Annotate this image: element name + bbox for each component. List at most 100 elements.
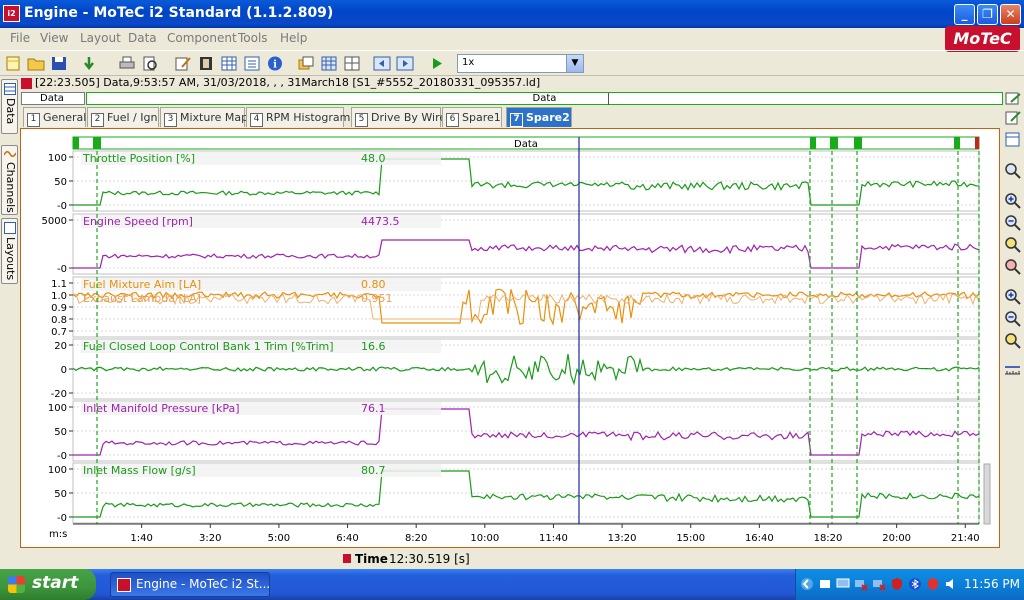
- tab-spare2[interactable]: 7 Spare2: [506, 107, 572, 127]
- zoom-out-x-icon[interactable]: [1004, 310, 1021, 327]
- data-range-bar[interactable]: Data: [86, 92, 1003, 105]
- menu-bar: File View Layout Data Component Tools He…: [0, 28, 1024, 50]
- edit-icon[interactable]: [174, 55, 192, 72]
- tab-number: 4: [250, 113, 263, 127]
- vertical-scrollbar[interactable]: [983, 463, 991, 525]
- tab-drive-by-wire[interactable]: 5 Drive By Wire: [351, 107, 446, 127]
- tab-fuel-ign[interactable]: 2 Fuel / Ign: [87, 107, 159, 127]
- bluetooth-icon[interactable]: [908, 577, 922, 591]
- zoom-in-icon[interactable]: [1004, 192, 1021, 209]
- zoom-all-icon[interactable]: [1004, 332, 1021, 349]
- monitor-icon[interactable]: [836, 577, 850, 591]
- step-forward-icon[interactable]: [396, 55, 414, 72]
- grid-icon[interactable]: [320, 55, 338, 72]
- y-tick-label: 50: [54, 177, 67, 188]
- new-icon[interactable]: [4, 55, 22, 72]
- menu-component[interactable]: Component: [167, 31, 237, 45]
- menu-tools[interactable]: Tools: [238, 31, 268, 45]
- print-preview-icon[interactable]: [141, 55, 159, 72]
- channel-name[interactable]: Throttle Position [%]: [82, 152, 195, 165]
- x-tick-label: 3:20: [199, 533, 221, 544]
- menu-layout[interactable]: Layout: [80, 31, 121, 45]
- tab-mixture-map[interactable]: 3 Mixture Map: [160, 107, 248, 127]
- y-tick-label: 5000: [42, 216, 67, 227]
- cursor-time-value: 12:30.519 [s]: [389, 552, 470, 566]
- side-tab-channels[interactable]: Channels: [1, 145, 18, 215]
- menu-help[interactable]: Help: [280, 31, 307, 45]
- channel-name-2[interactable]: Exhaust Lambda [LA]: [83, 292, 201, 305]
- channel-name[interactable]: Inlet Manifold Pressure [kPa]: [83, 402, 240, 415]
- zoom-fit-icon[interactable]: [1004, 236, 1021, 253]
- section-marker: [73, 137, 79, 149]
- table-icon[interactable]: [220, 55, 238, 72]
- menu-file[interactable]: File: [10, 31, 30, 45]
- start-label: start: [32, 573, 79, 593]
- list-icon[interactable]: [243, 55, 261, 72]
- save-icon[interactable]: [50, 55, 68, 72]
- channel-name[interactable]: Fuel Mixture Aim [LA]: [83, 278, 201, 291]
- info-icon[interactable]: i: [266, 55, 284, 72]
- edit-icon[interactable]: [1004, 109, 1021, 126]
- file-info-text: [22:23.505] Data,9:53:57 AM, 31/03/2018,…: [35, 76, 541, 89]
- magnifier-icon[interactable]: [1004, 162, 1021, 179]
- step-back-icon[interactable]: [373, 55, 391, 72]
- chevron-down-icon[interactable]: ▼: [566, 55, 583, 72]
- taskbar-item-engine[interactable]: Engine - MoTeC i2 St...: [110, 572, 270, 597]
- film-icon[interactable]: [197, 55, 215, 72]
- file-info: [22:23.505] Data,9:53:57 AM, 31/03/2018,…: [21, 76, 1024, 91]
- x-tick-label: 15:00: [676, 533, 705, 544]
- svg-text:i: i: [273, 60, 277, 71]
- minimize-button[interactable]: _: [954, 4, 975, 25]
- properties-icon[interactable]: [1004, 131, 1021, 148]
- zoom-in-x-icon[interactable]: [1004, 288, 1021, 305]
- graph-canvas[interactable]: Data10050-0Throttle Position [%] 48.05000…: [21, 129, 999, 547]
- layout-icon[interactable]: [343, 55, 361, 72]
- maximize-button[interactable]: ❐: [977, 4, 998, 25]
- network-icon[interactable]: [818, 577, 832, 591]
- x-tick-label: 6:40: [336, 533, 358, 544]
- menu-view[interactable]: View: [40, 31, 68, 45]
- side-tab-layouts[interactable]: Layouts: [1, 218, 18, 284]
- side-tab-data-label: Data: [4, 98, 17, 125]
- window-title: Engine - MoTeC i2 Standard (1.1.2.809): [24, 5, 334, 21]
- section-marker: [954, 137, 960, 149]
- data-left-label[interactable]: Data: [21, 92, 85, 105]
- status-bar: Time 12:30.519 [s]: [21, 550, 1001, 568]
- network-disconnected-icon[interactable]: [854, 577, 868, 591]
- app-icon[interactable]: i2: [3, 5, 20, 22]
- zoom-out-icon[interactable]: [1004, 214, 1021, 231]
- download-icon[interactable]: [80, 55, 98, 72]
- chevron-left-icon[interactable]: [800, 577, 814, 591]
- security-alert-icon[interactable]: [926, 577, 940, 591]
- edit-icon[interactable]: [1005, 92, 1021, 105]
- channel-name[interactable]: Inlet Mass Flow [g/s]: [83, 464, 196, 477]
- side-tab-data[interactable]: Data: [1, 79, 18, 134]
- open-folder-icon[interactable]: [27, 55, 45, 72]
- zoom-select[interactable]: 1x ▼: [457, 54, 584, 73]
- channel-value: 48.0: [361, 152, 386, 165]
- print-icon[interactable]: [118, 55, 136, 72]
- overlay-icon[interactable]: [297, 55, 315, 72]
- channel-name[interactable]: Engine Speed [rpm]: [83, 215, 193, 228]
- tab-number: 2: [91, 113, 104, 127]
- x-tick-label: 8:20: [405, 533, 427, 544]
- security-shield-icon[interactable]: [890, 577, 904, 591]
- layout-icon: [4, 222, 16, 234]
- time-graph[interactable]: Data 100 50 -0 Throttle Position [%] 48.0 5000…: [20, 128, 1000, 548]
- channel-name[interactable]: Fuel Closed Loop Control Bank 1 Trim [%T…: [83, 340, 334, 353]
- menu-data[interactable]: Data: [128, 31, 157, 45]
- volume-icon[interactable]: [944, 577, 958, 591]
- start-button[interactable]: start: [0, 569, 96, 600]
- x-tick-label: 5:00: [268, 533, 290, 544]
- tab-number: 5: [355, 113, 368, 127]
- zoom-reset-icon[interactable]: [1004, 258, 1021, 275]
- tab-rpm-histogram[interactable]: 4 RPM Histogram: [246, 107, 350, 127]
- ruler-icon[interactable]: [1004, 362, 1021, 379]
- tab-general[interactable]: 1 General: [23, 107, 86, 127]
- close-button[interactable]: ✕: [1000, 4, 1021, 25]
- network-disconnected-icon[interactable]: [872, 577, 886, 591]
- play-icon[interactable]: [428, 55, 446, 72]
- tab-label: General: [43, 111, 87, 124]
- x-tick-label: 16:40: [745, 533, 774, 544]
- tab-spare1[interactable]: 6 Spare1: [442, 107, 502, 127]
